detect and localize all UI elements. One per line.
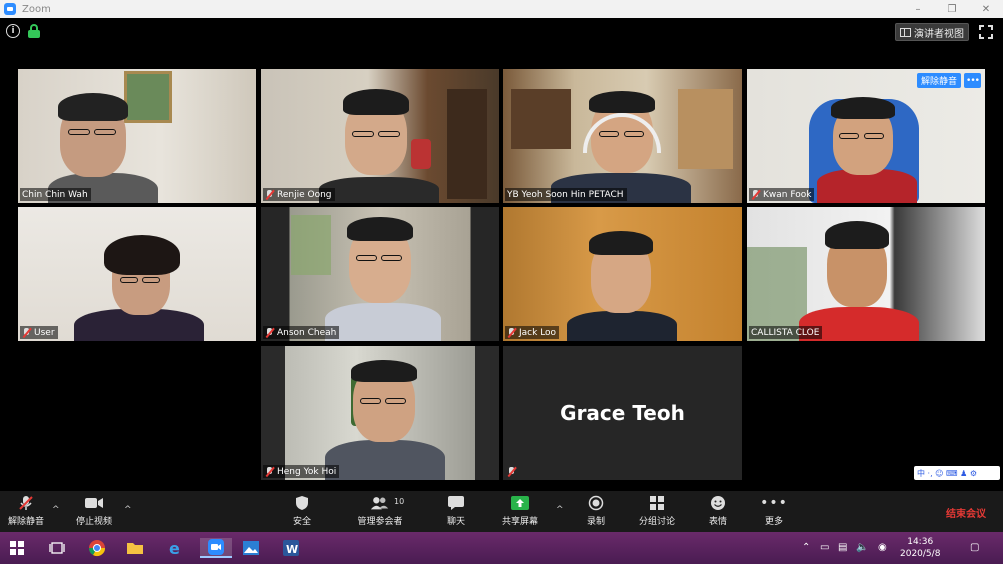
more-button[interactable]: ••• 更多	[760, 495, 788, 527]
task-view-icon[interactable]	[46, 538, 68, 558]
muted-mic-icon	[22, 327, 31, 338]
tile-unmute-button[interactable]: 解除静音	[916, 73, 961, 88]
internet-explorer-icon[interactable]: e	[164, 538, 186, 558]
participant-name: Anson Cheah	[263, 326, 340, 339]
muted-mic-icon	[265, 189, 274, 200]
word-icon[interactable]: W	[280, 538, 302, 558]
muted-mic-icon	[507, 466, 516, 477]
network-icon[interactable]: ▤	[838, 542, 847, 553]
participant-count: 10	[394, 497, 405, 506]
end-meeting-button[interactable]: 结束会议	[946, 505, 986, 520]
windows-taskbar: e W ⌃ ▭ ▤ 🔈 ◉ 14:36 2020/5/8 ▢	[0, 532, 1003, 564]
chat-button[interactable]: 聊天	[444, 495, 468, 527]
share-options-caret[interactable]: ^	[556, 505, 564, 515]
video-tile[interactable]: CALLISTA CLOE	[747, 207, 985, 341]
record-button[interactable]: 录制	[584, 495, 608, 527]
windows-start-icon[interactable]	[6, 538, 28, 558]
record-icon	[586, 495, 606, 511]
system-clock[interactable]: 14:36 2020/5/8	[900, 536, 940, 560]
participant-name: YB Yeoh Soon Hin PETACH	[505, 188, 627, 201]
chat-bubble-icon	[446, 495, 466, 511]
tray-expand-icon[interactable]: ⌃	[802, 542, 810, 553]
muted-mic-icon	[265, 466, 274, 477]
meeting-toolbar: 解除静音 ^ 停止视频 ^ 安全 管理参会者 10 聊天 共享屏幕 ^ 录制 分…	[0, 491, 1003, 532]
window-controls: – ❐ ✕	[901, 0, 1003, 18]
file-explorer-icon[interactable]	[124, 538, 146, 558]
info-icon[interactable]: i	[6, 24, 20, 38]
ime-toolbar[interactable]: 中 ·, ☺ ⌨ ♟ ⚙	[914, 466, 1000, 480]
muted-mic-icon	[16, 495, 36, 511]
video-tile[interactable]: Jack Loo	[503, 207, 742, 341]
lock-icon[interactable]	[28, 24, 40, 38]
video-tile-active-speaker[interactable]: YB Yeoh Soon Hin PETACH	[503, 69, 742, 203]
share-arrow-icon	[510, 495, 530, 511]
breakout-grid-icon	[647, 495, 667, 511]
wall-painting	[124, 71, 172, 123]
notification-icon[interactable]: ▢	[970, 542, 979, 553]
volume-icon[interactable]: 🔈	[856, 542, 868, 553]
video-tile[interactable]: User	[18, 207, 256, 341]
participant-display-name: Grace Teoh	[560, 401, 685, 425]
muted-mic-icon	[751, 189, 760, 200]
title-bar: Zoom – ❐ ✕	[0, 0, 1003, 18]
photos-icon[interactable]	[240, 538, 262, 558]
participant-name: CALLISTA CLOE	[749, 326, 823, 339]
stop-video-button[interactable]: 停止视频	[74, 495, 114, 527]
ime-tray-icon[interactable]: ◉	[878, 542, 887, 553]
video-tile[interactable]: 解除静音 ••• Kwan Fook	[747, 69, 985, 203]
security-button[interactable]: 安全	[290, 495, 314, 527]
fullscreen-icon[interactable]	[979, 25, 993, 39]
participants-icon	[370, 495, 390, 511]
zoom-taskbar-icon[interactable]	[200, 538, 232, 558]
zoom-window: Zoom – ❐ ✕ i 演讲者视图 Chin Chin Wah Renjie …	[0, 0, 1003, 564]
participant-name: Renjie Oong	[263, 188, 335, 201]
zoom-app-icon	[4, 3, 16, 15]
window-title: Zoom	[22, 3, 51, 15]
participant-name: User	[20, 326, 58, 339]
tile-more-button[interactable]: •••	[964, 73, 981, 88]
reactions-button[interactable]: 表情	[706, 495, 730, 527]
video-tile[interactable]: Anson Cheah	[261, 207, 499, 341]
video-tile-camera-off[interactable]: Grace Teoh	[503, 346, 742, 480]
video-tile[interactable]: Renjie Oong	[261, 69, 499, 203]
participant-name: Heng Yok Hoi	[263, 465, 340, 478]
meeting-info-area: i	[6, 24, 40, 38]
participant-name: Chin Chin Wah	[20, 188, 91, 201]
maximize-button[interactable]: ❐	[935, 0, 969, 18]
grid-icon	[900, 27, 911, 37]
participant-name: Jack Loo	[505, 326, 560, 339]
participant-name: Kwan Fook	[749, 188, 815, 201]
ellipsis-icon: •••	[760, 495, 788, 511]
video-options-caret[interactable]: ^	[124, 505, 132, 515]
participant-mute-indicator	[505, 465, 519, 478]
svg-text:e: e	[169, 539, 180, 557]
breakout-rooms-button[interactable]: 分组讨论	[638, 495, 676, 527]
shield-icon	[292, 495, 312, 511]
close-button[interactable]: ✕	[969, 0, 1003, 18]
video-camera-icon	[84, 495, 104, 511]
minimize-button[interactable]: –	[901, 0, 935, 18]
audio-options-caret[interactable]: ^	[52, 505, 60, 515]
video-tile[interactable]: Chin Chin Wah	[18, 69, 256, 203]
svg-text:W: W	[286, 543, 298, 556]
battery-icon[interactable]: ▭	[820, 542, 829, 553]
muted-mic-icon	[507, 327, 516, 338]
unmute-button[interactable]: 解除静音	[4, 495, 48, 527]
chrome-icon[interactable]	[86, 538, 108, 558]
speaker-view-label: 演讲者视图	[914, 28, 964, 40]
smiley-icon	[708, 495, 728, 511]
speaker-view-button[interactable]: 演讲者视图	[895, 23, 969, 41]
share-screen-button[interactable]: 共享屏幕	[500, 495, 540, 527]
muted-mic-icon	[265, 327, 274, 338]
ime-icons: 中 ·, ☺ ⌨ ♟ ⚙	[917, 468, 978, 478]
video-tile[interactable]: Heng Yok Hoi	[261, 346, 499, 480]
